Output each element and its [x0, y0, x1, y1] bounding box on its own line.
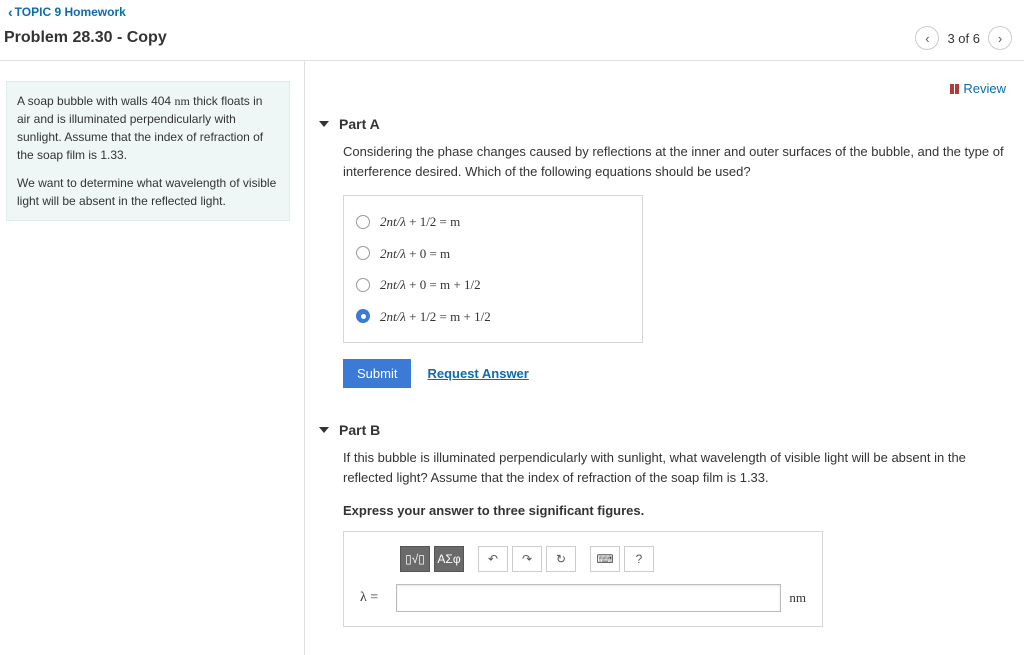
unit-label: nm [789, 588, 806, 608]
back-link[interactable]: ‹ TOPIC 9 Homework [0, 0, 134, 24]
answer-toolbar: ▯√▯ ΑΣφ ↶ ↷ ↻ ⌨ ? [400, 546, 806, 572]
part-a-title: Part A [339, 116, 380, 132]
answer-box: ▯√▯ ΑΣφ ↶ ↷ ↻ ⌨ ? λ = nm [343, 531, 823, 627]
prompt-unit: nm [174, 94, 189, 108]
flag-icon [950, 84, 959, 94]
left-column: A soap bubble with walls 404 nm thick fl… [0, 61, 305, 655]
part-b-instruction: Express your answer to three significant… [343, 501, 1010, 521]
symbols-button[interactable]: ΑΣφ [434, 546, 464, 572]
prompt-p1a: A soap bubble with walls 404 [17, 94, 174, 108]
template-button[interactable]: ▯√▯ [400, 546, 430, 572]
radio-icon-selected [356, 309, 370, 323]
submit-row-a: Submit Request Answer [343, 359, 1010, 388]
part-b-question: If this bubble is illuminated perpendicu… [343, 448, 1010, 487]
chevron-left-icon: ‹ [8, 4, 13, 20]
option-0[interactable]: 2nt/λ + 1/2 = m [356, 206, 630, 238]
answer-input[interactable] [396, 584, 781, 612]
request-answer-link-a[interactable]: Request Answer [427, 364, 528, 384]
redo-button[interactable]: ↷ [512, 546, 542, 572]
next-button[interactable]: › [988, 26, 1012, 50]
page-indicator: 3 of 6 [947, 31, 980, 46]
review-link[interactable]: Review [950, 81, 1006, 96]
help-button[interactable]: ? [624, 546, 654, 572]
variable-label: λ = [360, 587, 388, 608]
part-a-question: Considering the phase changes caused by … [343, 142, 1010, 181]
review-row: Review [319, 73, 1010, 110]
prev-button[interactable]: ‹ [915, 26, 939, 50]
submit-button-a[interactable]: Submit [343, 359, 411, 388]
radio-icon [356, 278, 370, 292]
part-b-header[interactable]: Part B [319, 416, 1010, 448]
option-1[interactable]: 2nt/λ + 0 = m [356, 238, 630, 270]
back-label: TOPIC 9 Homework [15, 5, 126, 19]
option-2[interactable]: 2nt/λ + 0 = m + 1/2 [356, 269, 630, 301]
part-a-body: Considering the phase changes caused by … [319, 142, 1010, 388]
answer-input-row: λ = nm [360, 584, 806, 612]
main: A soap bubble with walls 404 nm thick fl… [0, 61, 1024, 655]
problem-title: Problem 28.30 - Copy [4, 29, 167, 47]
undo-button[interactable]: ↶ [478, 546, 508, 572]
part-b-body: If this bubble is illuminated perpendicu… [319, 448, 1010, 627]
review-label: Review [963, 81, 1006, 96]
right-column: Review Part A Considering the phase chan… [305, 61, 1024, 655]
keyboard-button[interactable]: ⌨ [590, 546, 620, 572]
caret-down-icon [319, 427, 329, 433]
caret-down-icon [319, 121, 329, 127]
part-b-title: Part B [339, 422, 380, 438]
part-b: Part B If this bubble is illuminated per… [319, 416, 1010, 627]
part-a-header[interactable]: Part A [319, 110, 1010, 142]
reset-button[interactable]: ↻ [546, 546, 576, 572]
radio-icon [356, 215, 370, 229]
prompt-p2: We want to determine what wavelength of … [17, 174, 279, 210]
options-box: 2nt/λ + 1/2 = m 2nt/λ + 0 = m 2nt/λ + 0 … [343, 195, 643, 343]
radio-icon [356, 246, 370, 260]
part-a: Part A Considering the phase changes cau… [319, 110, 1010, 388]
header-row: Problem 28.30 - Copy ‹ 3 of 6 › [0, 24, 1024, 61]
option-3[interactable]: 2nt/λ + 1/2 = m + 1/2 [356, 301, 630, 333]
problem-prompt: A soap bubble with walls 404 nm thick fl… [6, 81, 290, 221]
nav-group: ‹ 3 of 6 › [915, 26, 1012, 50]
